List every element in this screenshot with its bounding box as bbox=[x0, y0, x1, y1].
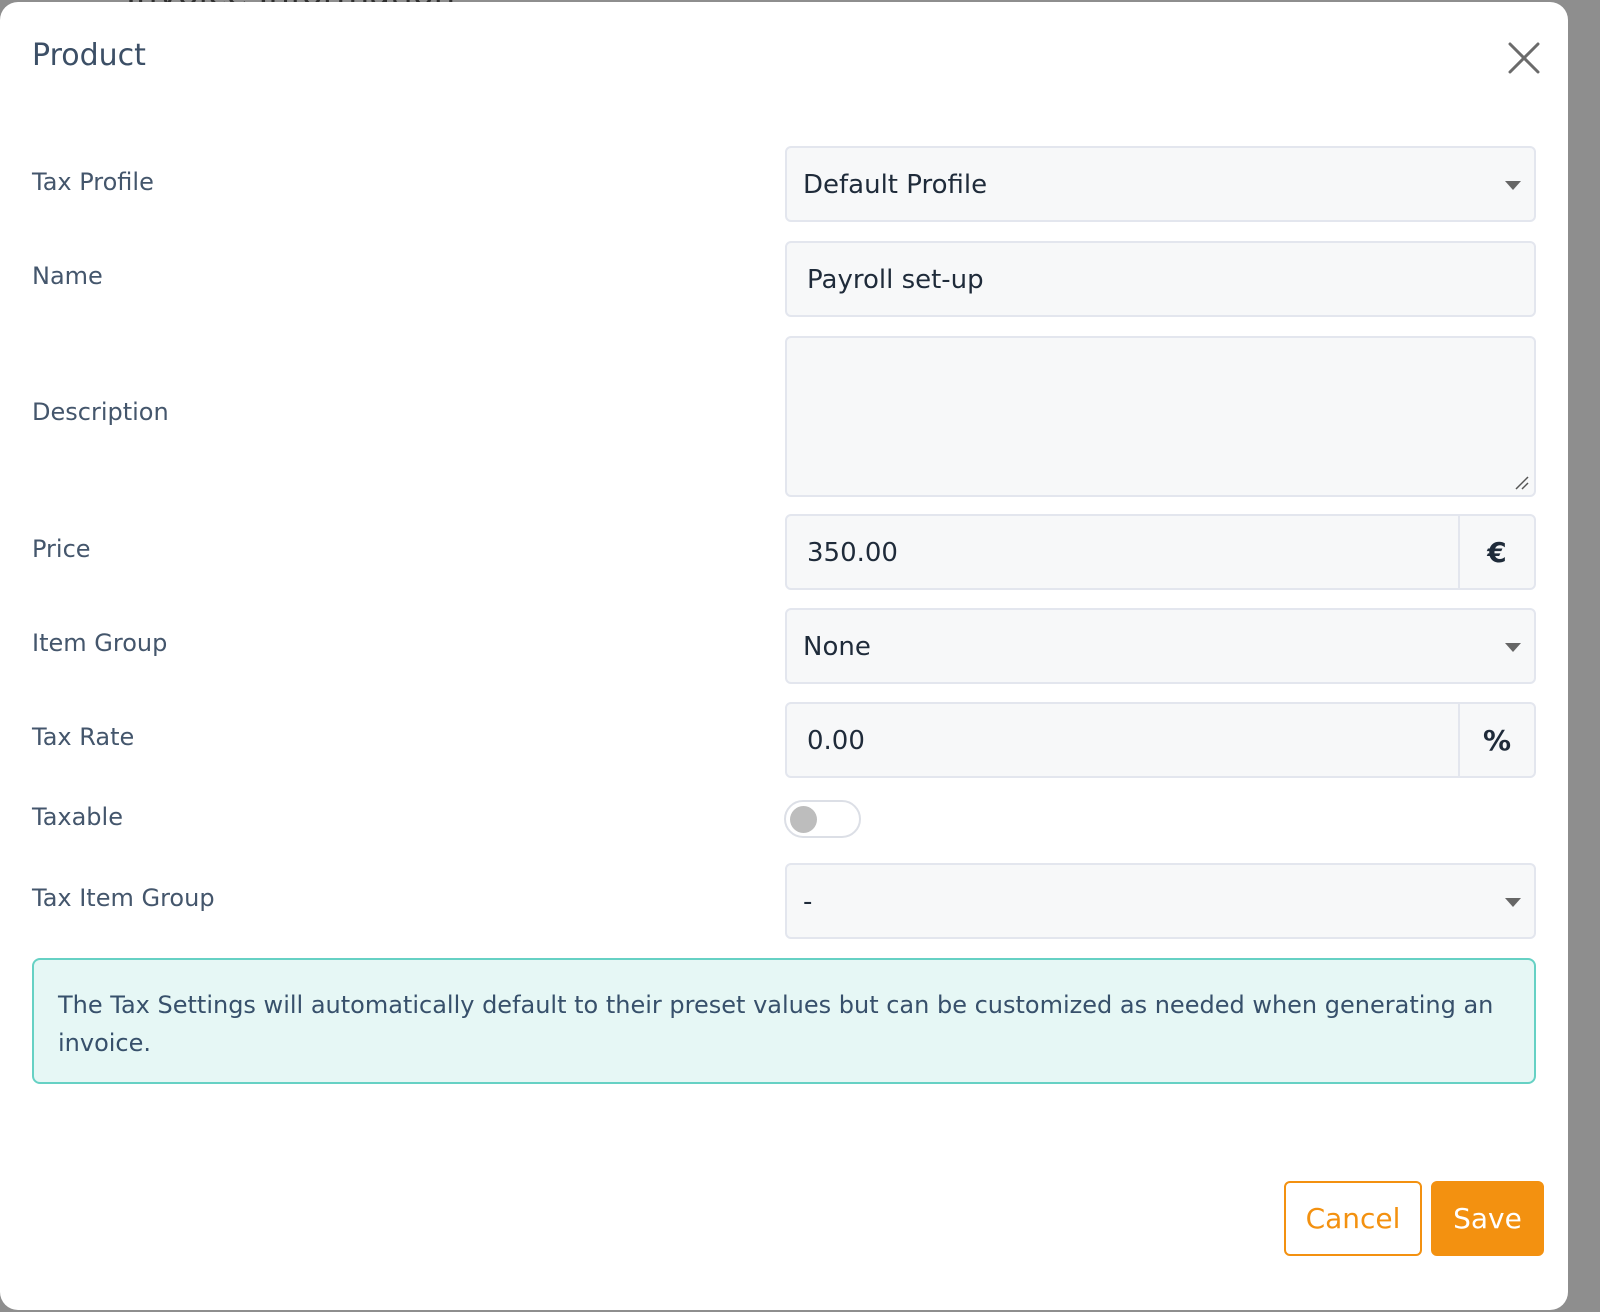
close-button[interactable] bbox=[1504, 38, 1544, 78]
item-group-select[interactable]: None bbox=[785, 608, 1536, 684]
chevron-down-icon bbox=[1505, 643, 1521, 652]
name-label: Name bbox=[32, 262, 103, 290]
taxable-toggle[interactable] bbox=[784, 800, 861, 838]
item-group-value: None bbox=[803, 632, 871, 662]
cancel-button[interactable]: Cancel bbox=[1284, 1181, 1422, 1256]
product-modal: Product Tax Profile Default Profile Name… bbox=[0, 2, 1568, 1310]
taxable-label: Taxable bbox=[32, 803, 123, 831]
tax-profile-select[interactable]: Default Profile bbox=[785, 146, 1536, 222]
tax-rate-label: Tax Rate bbox=[32, 723, 135, 751]
price-label: Price bbox=[32, 535, 91, 563]
currency-addon: € bbox=[1458, 516, 1534, 588]
percent-addon: % bbox=[1458, 704, 1534, 776]
description-textarea[interactable] bbox=[785, 336, 1536, 497]
tax-profile-label: Tax Profile bbox=[32, 168, 154, 196]
price-input[interactable]: 350.00 € bbox=[785, 514, 1536, 590]
chevron-down-icon bbox=[1505, 898, 1521, 907]
tax-item-group-select[interactable]: - bbox=[785, 863, 1536, 939]
modal-title: Product bbox=[32, 38, 146, 73]
save-button[interactable]: Save bbox=[1431, 1181, 1544, 1256]
toggle-knob bbox=[790, 806, 817, 833]
chevron-down-icon bbox=[1505, 181, 1521, 190]
item-group-label: Item Group bbox=[32, 629, 168, 657]
close-icon bbox=[1508, 42, 1540, 74]
tax-settings-notice: The Tax Settings will automatically defa… bbox=[32, 958, 1536, 1084]
resize-handle-icon[interactable] bbox=[1514, 475, 1530, 491]
tax-rate-input[interactable]: 0.00 % bbox=[785, 702, 1536, 778]
description-label: Description bbox=[32, 398, 169, 426]
tax-item-group-label: Tax Item Group bbox=[32, 884, 215, 912]
tax-item-group-value: - bbox=[803, 887, 813, 917]
tax-profile-value: Default Profile bbox=[803, 170, 988, 200]
price-value: 350.00 bbox=[807, 538, 898, 568]
name-value: Payroll set-up bbox=[807, 265, 984, 295]
name-input[interactable]: Payroll set-up bbox=[785, 241, 1536, 317]
tax-rate-value: 0.00 bbox=[807, 726, 865, 756]
